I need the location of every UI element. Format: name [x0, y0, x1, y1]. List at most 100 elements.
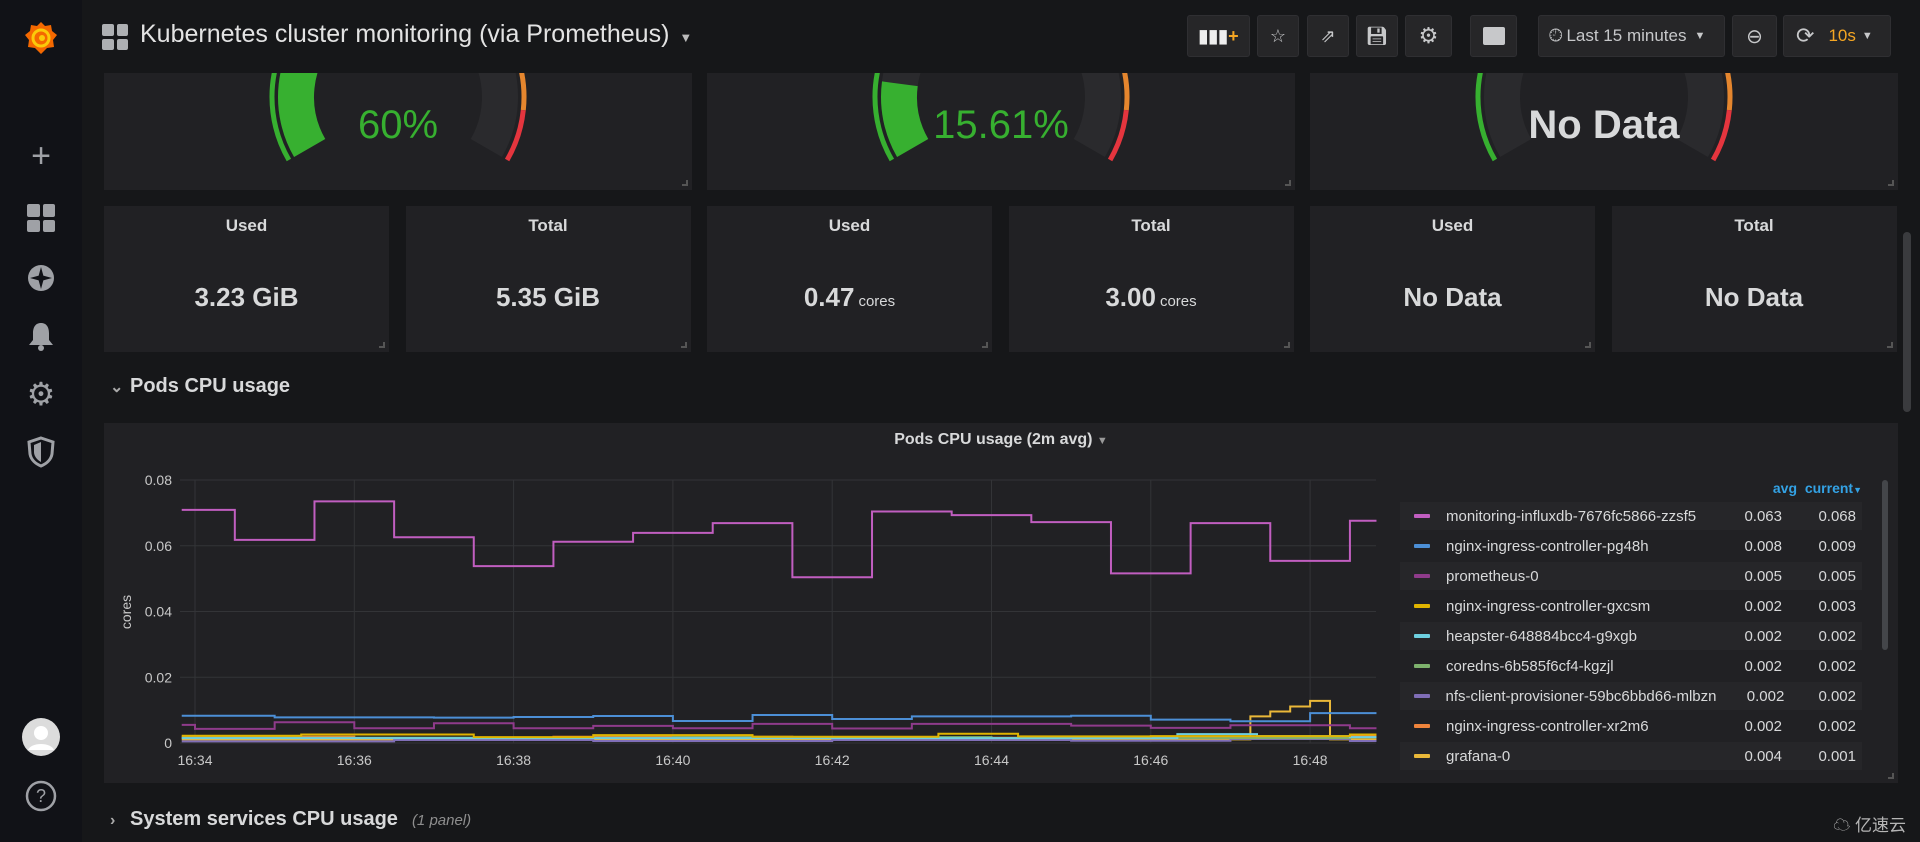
- resize-handle[interactable]: [982, 342, 988, 348]
- user-avatar-icon[interactable]: [21, 717, 61, 757]
- resize-handle[interactable]: [682, 180, 688, 186]
- time-range-picker[interactable]: 🕘︎ Last 15 minutes ▼: [1538, 15, 1725, 57]
- zoom-out-button[interactable]: ⊖: [1732, 15, 1777, 57]
- stat-value: 0.47: [803, 282, 855, 312]
- settings-gear-icon: ⚙: [1418, 23, 1439, 48]
- share-icon: ⇗: [1320, 25, 1336, 46]
- legend-sort-avg[interactable]: avg: [1773, 480, 1797, 496]
- singlestat-panel: Total 5.35 GiB: [405, 206, 691, 352]
- legend-item[interactable]: grafana-0 0.004 0.001: [1400, 742, 1862, 770]
- dashboard-title-picker[interactable]: Kubernetes cluster monitoring (via Prome…: [140, 20, 692, 49]
- stat-title: Used: [828, 216, 871, 235]
- legend-avg: 0.002: [1744, 627, 1782, 645]
- series-color-swatch[interactable]: [1414, 634, 1430, 638]
- refresh-icon: ⟳: [1796, 23, 1815, 48]
- singlestat-panel: Used 0.47 cores: [707, 206, 992, 352]
- series-color-swatch[interactable]: [1414, 724, 1430, 728]
- explore-compass-icon[interactable]: [21, 258, 61, 298]
- legend-current: 0.005: [1818, 567, 1856, 585]
- dashboard-title: Kubernetes cluster monitoring (via Prome…: [140, 20, 670, 48]
- caret-down-icon: ▼: [1694, 30, 1706, 42]
- stat-value-wrap: 5.35 GiB: [406, 282, 691, 313]
- dashboard-grid-icon: [102, 24, 128, 50]
- legend-item[interactable]: nginx-ingress-controller-xr2m6 0.002 0.002: [1400, 712, 1862, 740]
- dashboards-icon[interactable]: [21, 198, 61, 238]
- series-color-swatch[interactable]: [1414, 544, 1430, 548]
- time-range-label: Last 15 minutes: [1566, 26, 1687, 45]
- legend-item[interactable]: heapster-648884bcc4-g9xgb 0.002 0.002: [1400, 622, 1862, 650]
- stat-value-wrap: 3.23 GiB: [104, 282, 389, 313]
- share-button[interactable]: ⇗: [1307, 15, 1349, 57]
- legend-item[interactable]: prometheus-0 0.005 0.005: [1400, 562, 1862, 590]
- legend-avg: 0.004: [1744, 747, 1782, 765]
- singlestat-panel: Total 3.00 cores: [1008, 206, 1294, 352]
- configuration-gear-icon[interactable]: ⚙: [21, 374, 61, 414]
- resize-handle[interactable]: [1283, 342, 1290, 348]
- panel-title-menu[interactable]: Pods CPU usage (2m avg) ▼: [104, 431, 1898, 449]
- resize-handle[interactable]: [379, 342, 385, 348]
- resize-handle[interactable]: [1888, 773, 1894, 779]
- legend-avg: 0.008: [1744, 537, 1782, 555]
- resize-handle[interactable]: [680, 342, 687, 348]
- series-color-swatch[interactable]: [1414, 754, 1430, 758]
- page-scrollbar[interactable]: [1903, 232, 1911, 412]
- panel-title: Pods CPU usage (2m avg): [894, 431, 1093, 448]
- star-button[interactable]: ☆: [1257, 15, 1299, 57]
- star-icon: ☆: [1269, 25, 1287, 46]
- legend-current: 0.001: [1818, 747, 1856, 765]
- legend-series-name: nginx-ingress-controller-xr2m6: [1446, 717, 1649, 735]
- series-color-swatch[interactable]: [1414, 514, 1430, 518]
- add-panel-button[interactable]: ▮▮▮+: [1187, 15, 1250, 57]
- save-button[interactable]: 💾︎: [1356, 15, 1398, 57]
- series-color-swatch[interactable]: [1414, 694, 1430, 698]
- help-icon[interactable]: ?: [21, 776, 61, 816]
- legend-series-name: nginx-ingress-controller-pg48h: [1446, 537, 1649, 555]
- stat-value-wrap: 0.47 cores: [707, 282, 992, 313]
- stat-title: Total: [528, 216, 568, 235]
- resize-handle[interactable]: [1888, 180, 1894, 186]
- legend-series-name: heapster-648884bcc4-g9xgb: [1446, 627, 1637, 645]
- resize-handle[interactable]: [1886, 342, 1893, 348]
- gauge-value: 15.61%: [933, 103, 1069, 147]
- resize-handle[interactable]: [1585, 342, 1591, 348]
- series-color-swatch[interactable]: [1414, 574, 1430, 578]
- legend-current-label: current: [1804, 480, 1854, 496]
- tv-mode-button[interactable]: [1470, 15, 1517, 57]
- server-admin-shield-icon[interactable]: [21, 432, 61, 472]
- dashboard-navbar: Kubernetes cluster monitoring (via Prome…: [82, 0, 1920, 72]
- stat-value-wrap: 3.00 cores: [1009, 282, 1294, 313]
- stat-title: Used: [225, 216, 268, 235]
- legend-scrollbar[interactable]: [1882, 480, 1888, 650]
- legend-current: 0.002: [1818, 657, 1856, 675]
- grafana-logo-icon[interactable]: [21, 18, 61, 58]
- settings-button[interactable]: ⚙: [1405, 15, 1452, 57]
- series-color-swatch[interactable]: [1414, 604, 1430, 608]
- series-color-swatch[interactable]: [1414, 664, 1430, 668]
- legend-item[interactable]: coredns-6b585f6cf4-kgzjl 0.002 0.002: [1400, 652, 1862, 680]
- legend-avg: 0.002: [1744, 597, 1782, 615]
- caret-down-icon: ▼: [1861, 30, 1873, 42]
- stat-value: 3.23 GiB: [194, 282, 299, 312]
- sidebar: + ⚙ ?: [0, 0, 82, 842]
- alerting-bell-icon[interactable]: [21, 316, 61, 356]
- refresh-picker[interactable]: ⟳ 10s ▼: [1783, 15, 1891, 57]
- refresh-interval[interactable]: 10s: [1828, 26, 1855, 46]
- row-system-services-cpu-usage[interactable]: › System services CPU usage (1 panel): [110, 808, 471, 831]
- singlestat-panel: Used 3.23 GiB: [104, 206, 389, 352]
- stat-value: No Data: [1704, 282, 1804, 312]
- stat-unit: cores: [1159, 293, 1197, 310]
- legend-item[interactable]: nfs-client-provisioner-59bc6bbd66-mlbzn 0…: [1400, 682, 1862, 710]
- plus-icon[interactable]: +: [21, 136, 61, 176]
- legend-item[interactable]: monitoring-influxdb-7676fc5866-zzsf5 0.06…: [1400, 502, 1862, 530]
- gauge-value: 60%: [357, 103, 439, 147]
- legend-item[interactable]: nginx-ingress-controller-pg48h 0.008 0.009: [1400, 532, 1862, 560]
- chevron-right-icon: ›: [110, 812, 116, 829]
- legend-current: 0.002: [1818, 687, 1856, 705]
- row-pods-cpu-usage[interactable]: ⌄ Pods CPU usage: [110, 375, 290, 398]
- stat-value: No Data: [1403, 282, 1502, 312]
- stat-value: 3.00: [1105, 282, 1156, 312]
- legend-sort-current[interactable]: current▼: [1805, 480, 1862, 496]
- gauge-panel: 60%: [104, 73, 692, 190]
- resize-handle[interactable]: [1285, 180, 1291, 186]
- legend-item[interactable]: nginx-ingress-controller-gxcsm 0.002 0.003: [1400, 592, 1862, 620]
